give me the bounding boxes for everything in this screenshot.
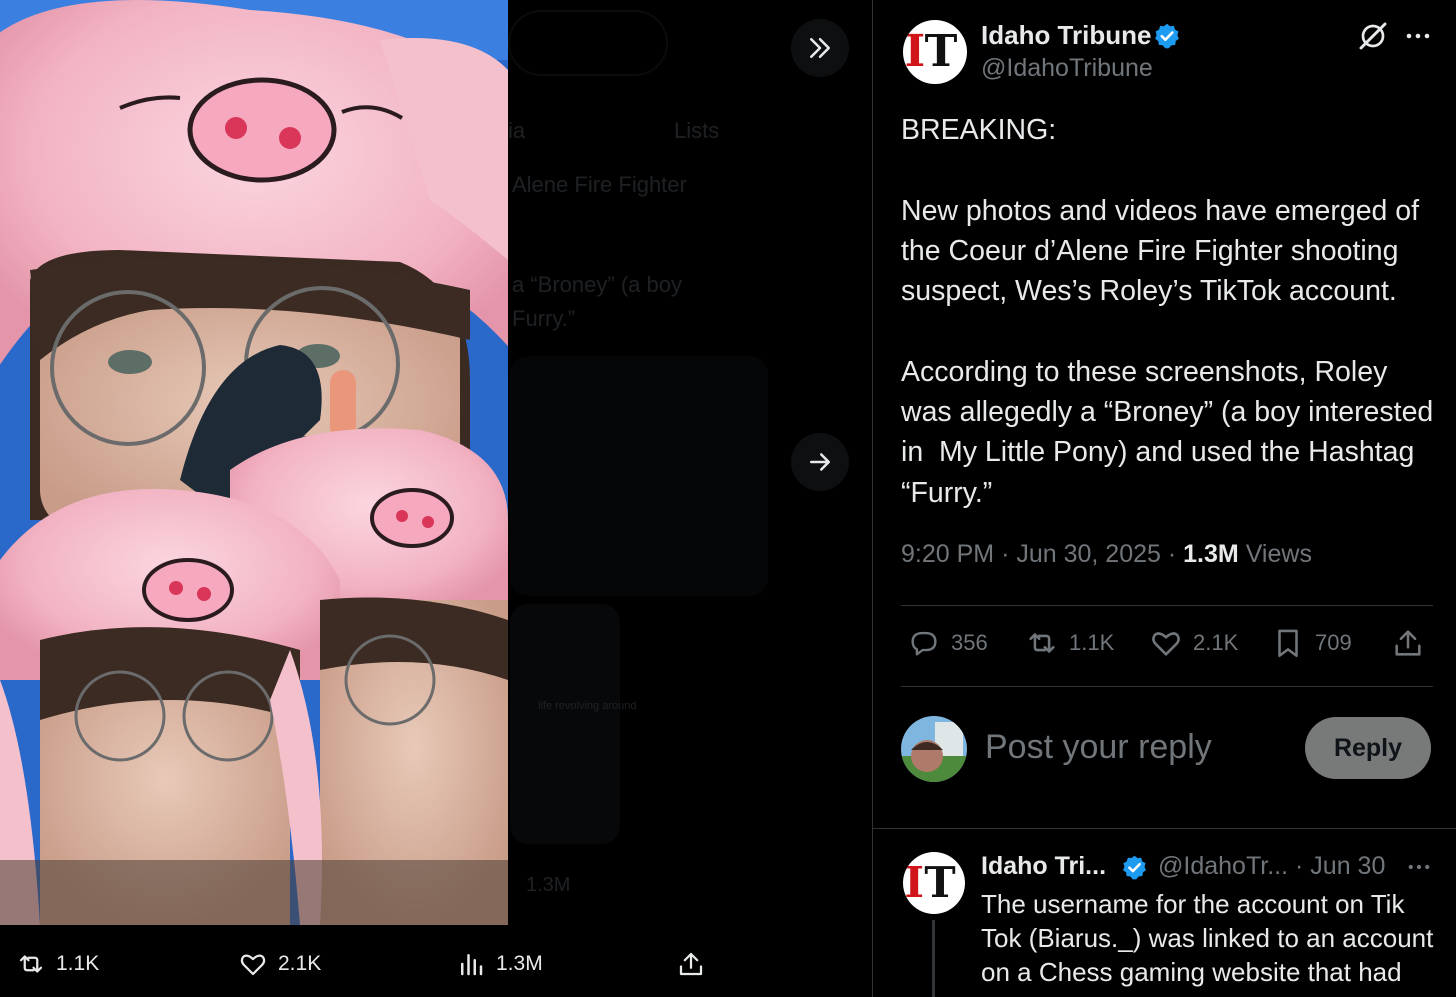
divider bbox=[901, 605, 1433, 606]
reply-body-text: The username for the account on Tik Tok … bbox=[981, 889, 1434, 987]
ghost-snippet-3: Furry.” bbox=[512, 306, 576, 331]
reply-submit-button[interactable]: Reply bbox=[1305, 717, 1431, 779]
media-like-button[interactable]: 2.1K bbox=[238, 949, 321, 979]
background-feed: ia Lists Alene Fire Fighter a “Broney” (… bbox=[88, 0, 872, 997]
repost-icon bbox=[19, 955, 43, 973]
ghost-snippet-2: a “Broney” (a boy bbox=[512, 272, 682, 297]
tweet-views-count: 1.3M bbox=[1183, 540, 1239, 568]
tweet-body-text: BREAKING: New photos and videos have eme… bbox=[901, 114, 1434, 509]
current-user-avatar[interactable] bbox=[901, 716, 967, 782]
tweet-time[interactable]: 9:20 PM bbox=[901, 540, 994, 568]
verified-badge-icon bbox=[1123, 855, 1146, 880]
reply-action-button[interactable]: 356 bbox=[907, 626, 988, 660]
tweet-date[interactable]: Jun 30, 2025 bbox=[1016, 540, 1161, 568]
reply-author-handle[interactable]: @IdahoTr... bbox=[1158, 852, 1288, 880]
media-viewer: ia Lists Alene Fire Fighter a “Broney” (… bbox=[0, 0, 872, 997]
divider bbox=[901, 686, 1433, 687]
views-chart-icon bbox=[461, 954, 483, 976]
verified-badge-icon bbox=[1155, 23, 1179, 49]
share-icon bbox=[679, 952, 703, 976]
author-avatar[interactable]: IT bbox=[903, 20, 967, 84]
idaho-tribune-logo: IT bbox=[904, 858, 956, 907]
more-options-icon[interactable] bbox=[1405, 856, 1433, 878]
author-handle[interactable]: @IdahoTribune bbox=[981, 54, 1153, 83]
bookmark-icon bbox=[1278, 629, 1298, 658]
meta-separator: · bbox=[1001, 540, 1017, 568]
repost-action-button[interactable]: 1.1K bbox=[1025, 626, 1114, 660]
tweet-views-label: Views bbox=[1245, 540, 1312, 568]
media-repost-button[interactable]: 1.1K bbox=[16, 949, 99, 979]
arrow-right-icon bbox=[810, 453, 830, 471]
ghost-search-box bbox=[508, 10, 668, 76]
ghost-tab-lists: Lists bbox=[674, 118, 720, 143]
reply-input[interactable]: Post your reply bbox=[985, 728, 1212, 767]
collapse-sidebar-button[interactable] bbox=[791, 19, 849, 77]
media-like-count: 2.1K bbox=[278, 952, 322, 975]
reply-date[interactable]: · Jun 30 bbox=[1295, 852, 1385, 880]
grok-icon[interactable] bbox=[1357, 20, 1389, 52]
reply-author-name[interactable]: Idaho Tri... bbox=[981, 852, 1106, 881]
user-avatar-image bbox=[901, 716, 967, 782]
thread-separator bbox=[873, 828, 1456, 829]
thread-connector-line bbox=[932, 920, 935, 997]
media-repost-count: 1.1K bbox=[56, 952, 100, 975]
like-count: 2.1K bbox=[1193, 630, 1239, 655]
next-media-button[interactable] bbox=[791, 433, 849, 491]
ghost-tab-media: ia bbox=[508, 118, 526, 143]
photo-collage-illustration bbox=[0, 0, 508, 925]
share-action-button[interactable] bbox=[1391, 626, 1425, 660]
meta-separator: · bbox=[1167, 540, 1184, 568]
ghost-views: 1.3M bbox=[526, 874, 571, 896]
media-action-bar: 1.1K 2.1K 1.3M bbox=[0, 925, 872, 997]
media-photo[interactable] bbox=[0, 0, 508, 925]
heart-icon bbox=[240, 954, 266, 976]
double-chevron-right-icon bbox=[810, 38, 830, 58]
reply-author-handle-date[interactable]: @IdahoTr... · Jun 30 bbox=[1158, 852, 1385, 881]
tweet-metadata: 9:20 PM · Jun 30, 2025 · 1.3M Views bbox=[901, 540, 1312, 569]
repost-count: 1.1K bbox=[1069, 630, 1115, 655]
media-views-count: 1.3M bbox=[496, 952, 543, 975]
reply-author-avatar[interactable]: IT bbox=[903, 852, 965, 914]
heart-icon bbox=[1152, 632, 1180, 656]
like-action-button[interactable]: 2.1K bbox=[1149, 626, 1238, 660]
media-views-button[interactable]: 1.3M bbox=[456, 949, 543, 979]
media-share-button[interactable] bbox=[676, 949, 706, 979]
tweet-detail-pane: IT Idaho Tribune @IdahoTribune BREAKING:… bbox=[872, 0, 1456, 997]
author-name[interactable]: Idaho Tribune bbox=[981, 20, 1151, 51]
ghost-caption: life revolving around bbox=[538, 700, 637, 712]
more-options-icon[interactable] bbox=[1403, 24, 1433, 48]
ghost-snippet-1: Alene Fire Fighter bbox=[512, 172, 687, 197]
share-icon bbox=[1395, 630, 1421, 656]
ghost-image-1 bbox=[510, 356, 768, 596]
bookmark-count: 709 bbox=[1315, 630, 1352, 655]
ghost-image-2 bbox=[510, 604, 620, 844]
reply-bubble-icon bbox=[911, 631, 937, 656]
repost-icon bbox=[1029, 633, 1055, 653]
bookmark-action-button[interactable]: 709 bbox=[1271, 626, 1352, 660]
idaho-tribune-logo: IT bbox=[904, 26, 958, 77]
reply-count: 356 bbox=[951, 630, 988, 655]
